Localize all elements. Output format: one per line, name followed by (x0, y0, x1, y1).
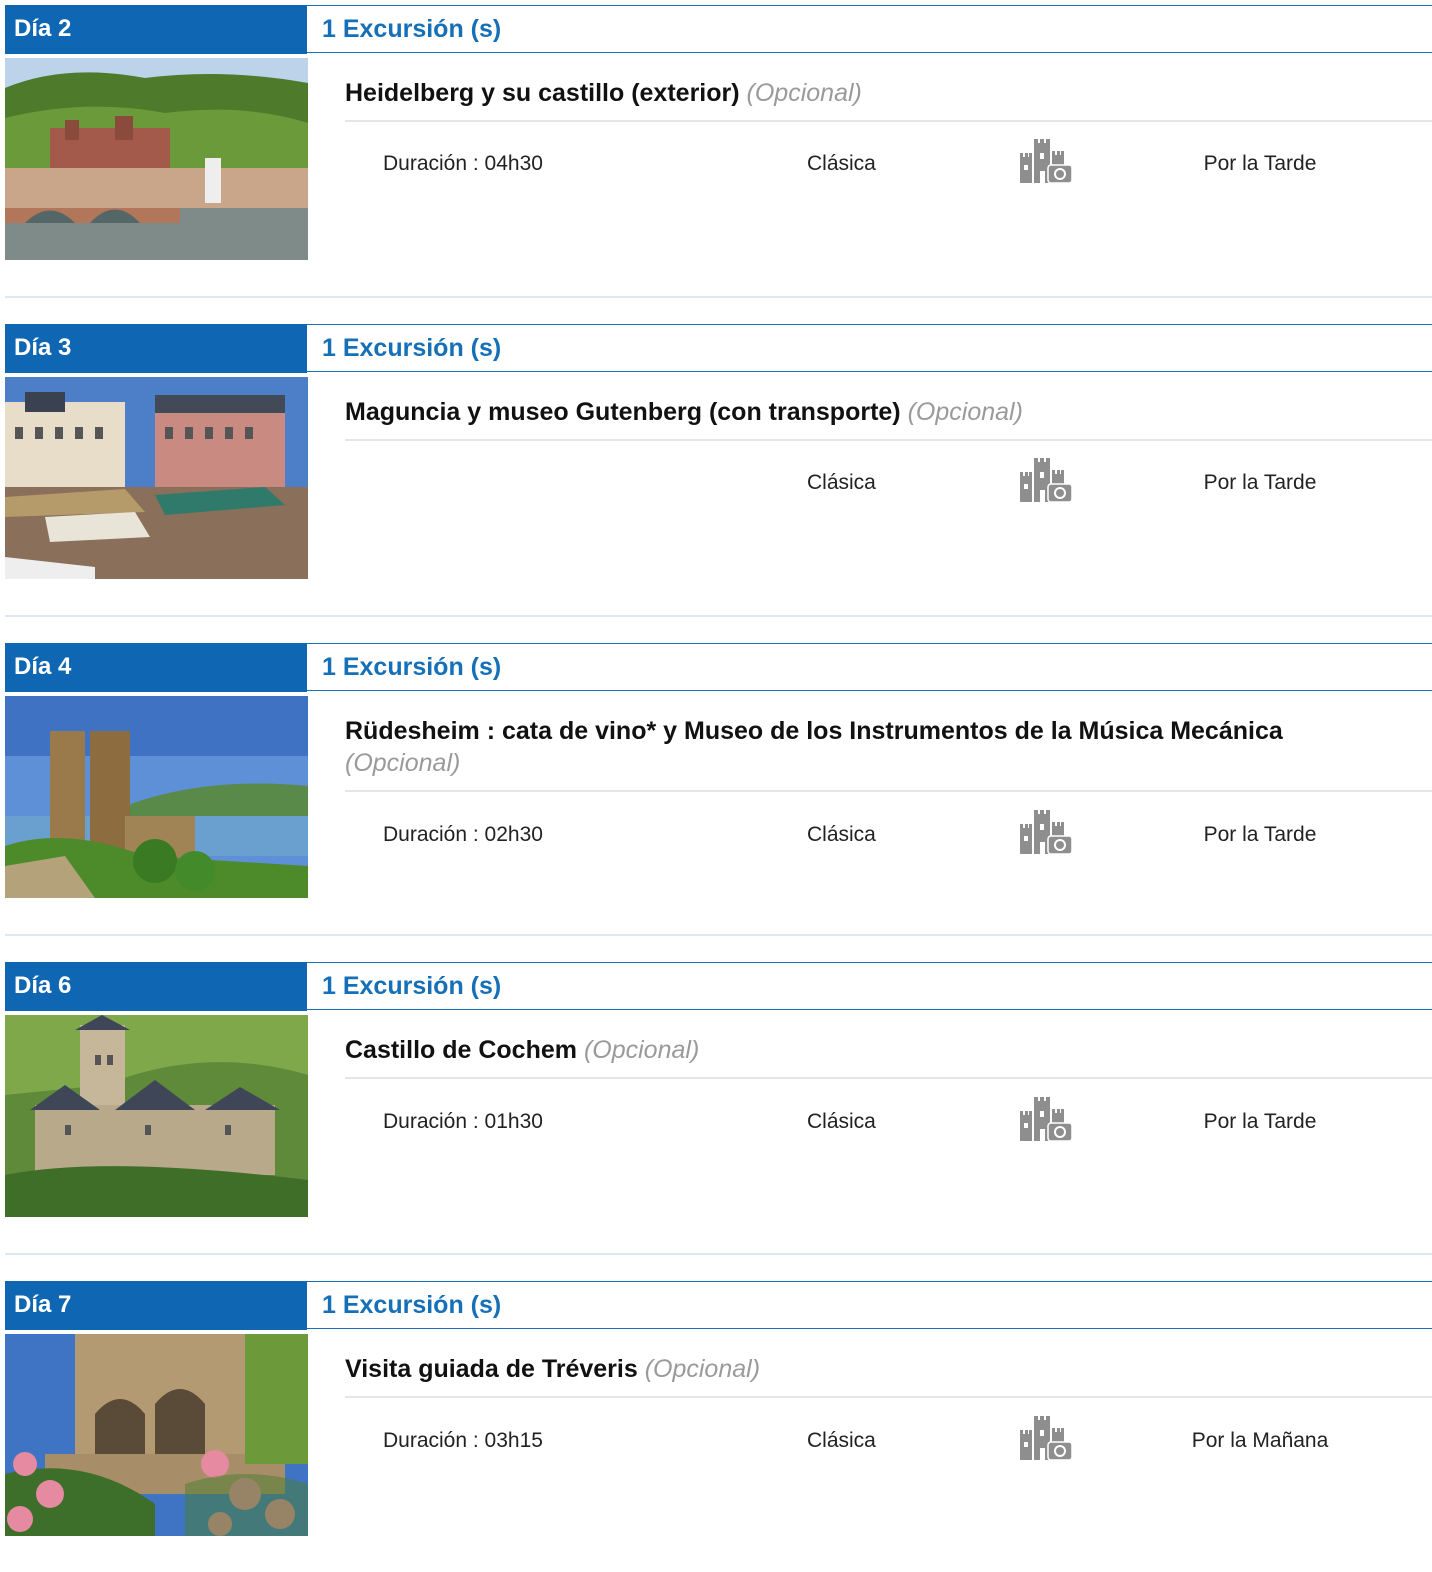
excursion-style: Clásica (807, 1429, 876, 1452)
day-block-3: Día 3 1 Excursión (s) Maguncia y museo G… (5, 324, 1432, 580)
excursion-info: Duración : 03h15 Clásica Por la Mañana (345, 1416, 1432, 1461)
excursion-style: Clásica (807, 823, 876, 846)
excursion-title[interactable]: Rüdesheim : cata de vino* y Museo de los… (345, 715, 1395, 779)
excursion-style: Clásica (807, 152, 876, 175)
excursion-name[interactable]: Castillo de Cochem (345, 1036, 577, 1064)
day-block-7: Día 7 1 Excursión (s) Visita guiada de T… (5, 1281, 1432, 1537)
day-header: Día 7 1 Excursión (s) (5, 1281, 1432, 1330)
divider (345, 790, 1432, 792)
day-header: Día 4 1 Excursión (s) (5, 643, 1432, 692)
day-block-6: Día 6 1 Excursión (s) Castillo de Cochem… (5, 962, 1432, 1218)
excursion-name[interactable]: Visita guiada de Tréveris (345, 1355, 638, 1383)
excursion-info: Duración : 01h30 Clásica Por la Tarde (345, 1097, 1432, 1142)
day-header: Día 3 1 Excursión (s) (5, 324, 1432, 373)
castle-camera-icon (1018, 1414, 1074, 1466)
time-of-day: Por la Tarde (1203, 471, 1317, 494)
day-header: Día 6 1 Excursión (s) (5, 962, 1432, 1011)
day-header: Día 2 1 Excursión (s) (5, 5, 1432, 54)
day-label: Día 4 (5, 643, 307, 692)
optional-tag: (Opcional) (746, 79, 862, 107)
optional-tag: (Opcional) (907, 398, 1023, 426)
day-separator (5, 1253, 1432, 1255)
castle-camera-icon (1018, 808, 1074, 860)
duration: Duración : 04h30 (383, 152, 543, 175)
duration: Duración : 02h30 (383, 823, 543, 846)
day-label: Día 3 (5, 324, 307, 373)
excursion-count[interactable]: 1 Excursión (s) (322, 963, 501, 1009)
day-separator (5, 296, 1432, 298)
castle-camera-icon (1018, 456, 1074, 508)
excursion-count[interactable]: 1 Excursión (s) (322, 1282, 501, 1328)
day-label: Día 6 (5, 962, 307, 1011)
optional-tag: (Opcional) (583, 1036, 700, 1064)
excursion-title[interactable]: Visita guiada de Tréveris (Opcional) (345, 1353, 1395, 1385)
duration: Duración : 01h30 (383, 1110, 543, 1133)
day-separator (5, 934, 1432, 936)
day-block-4: Día 4 1 Excursión (s) Rüdesheim : cata d… (5, 643, 1432, 899)
optional-tag: (Opcional) (644, 1355, 761, 1383)
day-label: Día 7 (5, 1281, 307, 1330)
excursion-name[interactable]: Maguncia y museo Gutenberg (con transpor… (345, 398, 901, 426)
time-of-day: Por la Tarde (1203, 1110, 1317, 1133)
castle-camera-icon (1018, 137, 1074, 189)
excursion-style: Clásica (807, 1110, 876, 1133)
excursion-title[interactable]: Heidelberg y su castillo (exterior) (Opc… (345, 77, 1395, 109)
trier-ruins-photo[interactable] (5, 1334, 308, 1536)
rudesheim-photo[interactable] (5, 696, 308, 898)
time-of-day: Por la Tarde (1203, 152, 1317, 175)
excursion-style: Clásica (807, 471, 876, 494)
divider (345, 120, 1432, 122)
excursion-name[interactable]: Heidelberg y su castillo (exterior) (345, 79, 740, 107)
cochem-castle-photo[interactable] (5, 1015, 308, 1217)
divider (345, 1077, 1432, 1079)
day-block-2: Día 2 1 Excursión (s) Heidelberg y su ca… (5, 5, 1432, 261)
excursion-count[interactable]: 1 Excursión (s) (322, 644, 501, 690)
excursion-info: Duración : 02h30 Clásica Por la Tarde (345, 810, 1432, 855)
day-separator (5, 615, 1432, 617)
day-label: Día 2 (5, 5, 307, 54)
divider (345, 439, 1432, 441)
excursion-name[interactable]: Rüdesheim : cata de vino* y Museo de los… (345, 717, 1283, 745)
excursion-info: Duración : 04h30 Clásica Por la Tarde (345, 139, 1432, 184)
heidelberg-photo[interactable] (5, 58, 308, 260)
excursion-info: Clásica Por la Tarde (345, 458, 1432, 503)
excursion-count[interactable]: 1 Excursión (s) (322, 6, 501, 52)
time-of-day: Por la Tarde (1203, 823, 1317, 846)
divider (345, 1396, 1432, 1398)
excursion-title[interactable]: Castillo de Cochem (Opcional) (345, 1034, 1395, 1066)
optional-tag: (Opcional) (345, 749, 461, 777)
duration: Duración : 03h15 (383, 1429, 543, 1452)
mainz-market-photo[interactable] (5, 377, 308, 579)
castle-camera-icon (1018, 1095, 1074, 1147)
excursion-count[interactable]: 1 Excursión (s) (322, 325, 501, 371)
excursion-title[interactable]: Maguncia y museo Gutenberg (con transpor… (345, 396, 1395, 428)
time-of-day: Por la Mañana (1191, 1429, 1329, 1452)
